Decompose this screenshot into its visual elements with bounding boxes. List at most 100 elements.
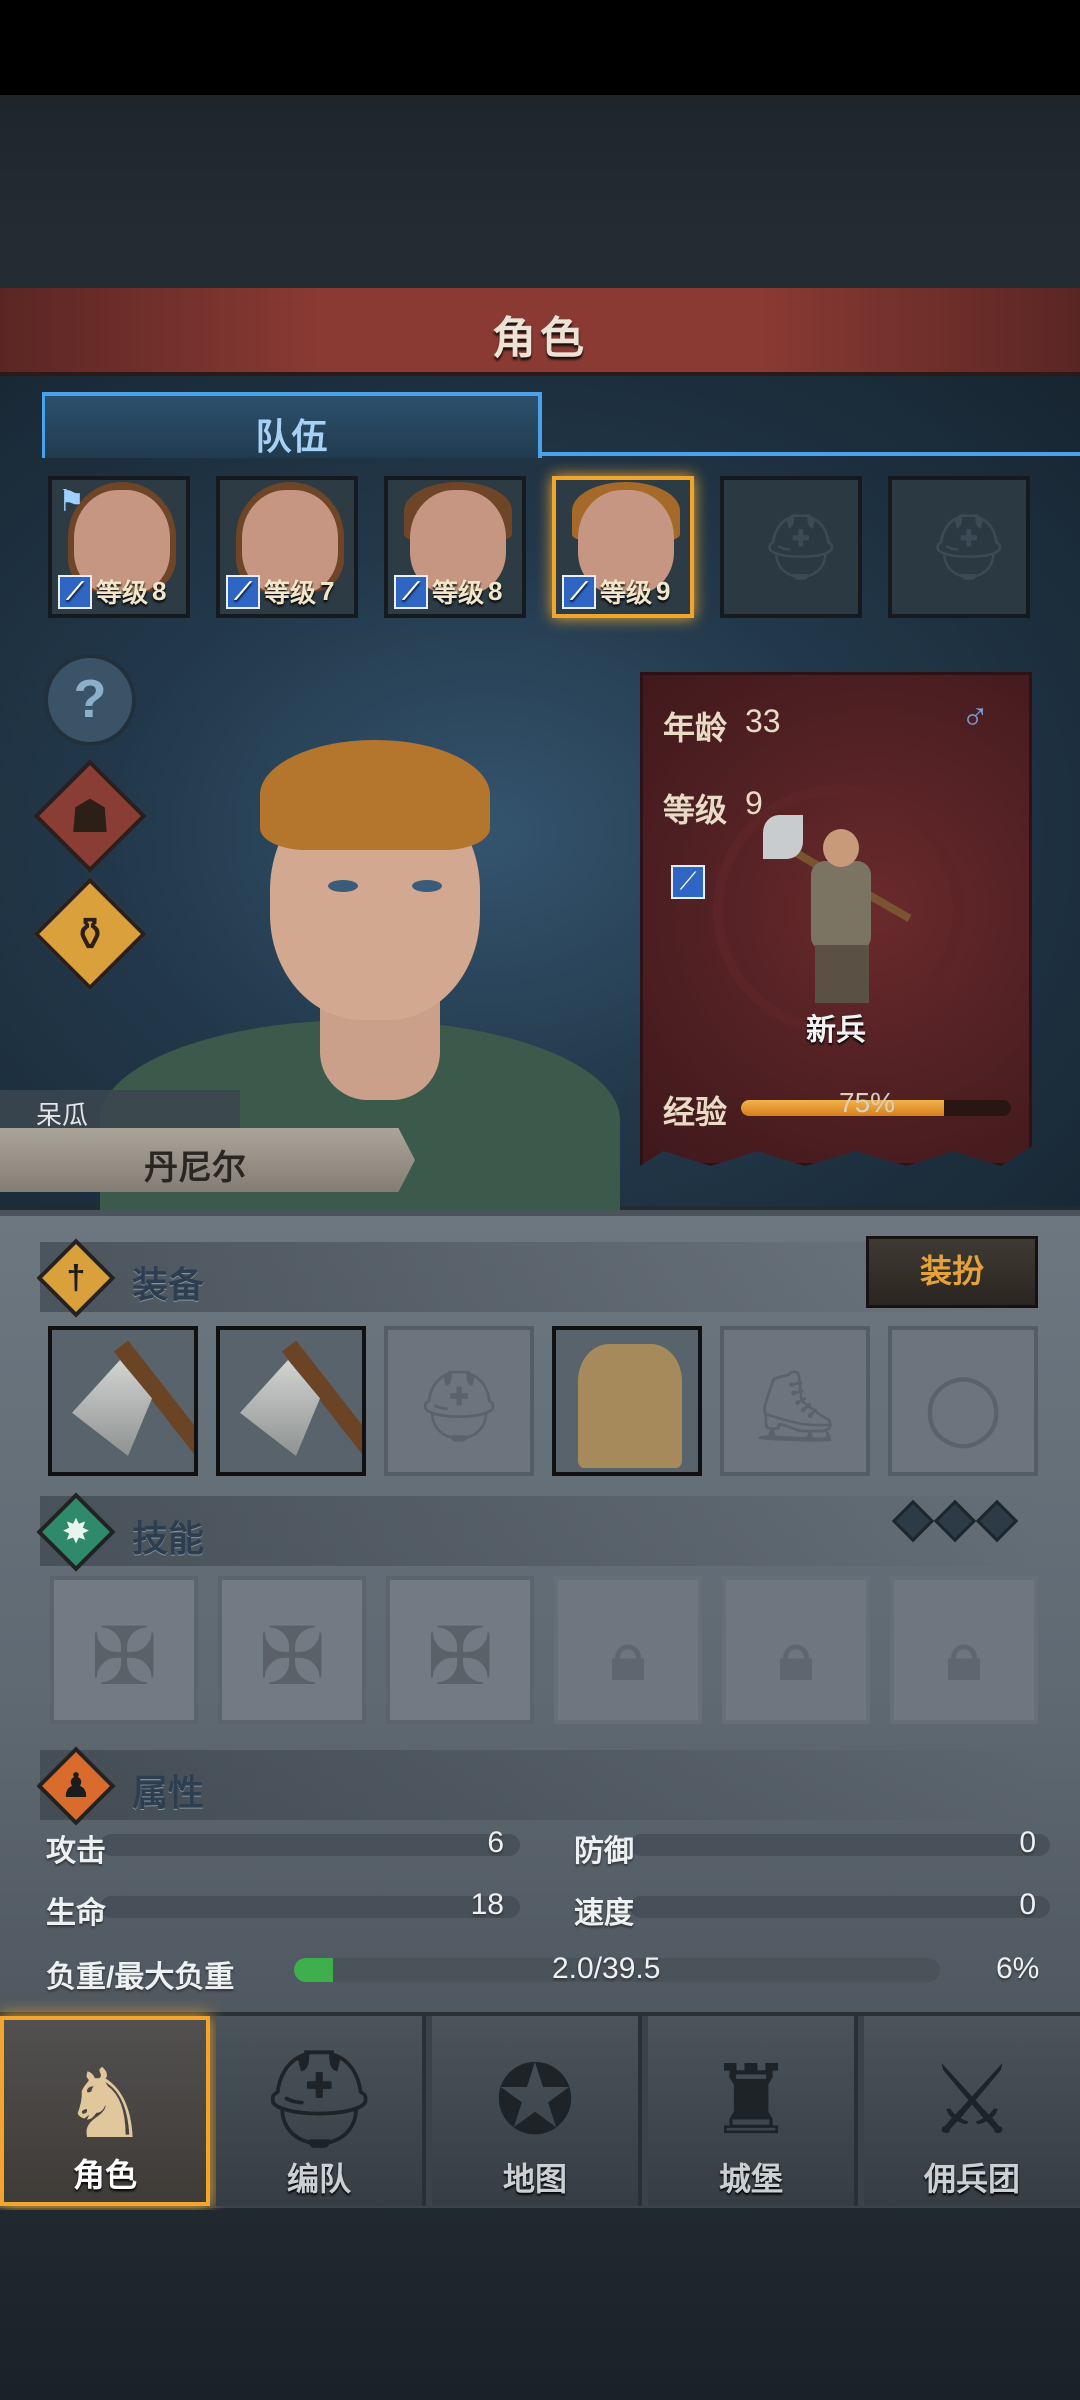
status-bar-area — [0, 0, 1080, 95]
party-level: ⟋ 等级 8 — [58, 573, 166, 610]
character-name: 丹尼尔 — [144, 1149, 246, 1187]
attributes-header: ♟ 属性 — [36, 1746, 1040, 1826]
skills-section-icon: ✸ — [36, 1492, 116, 1572]
knight-icon: ♞ — [61, 2051, 149, 2158]
nav-castle[interactable]: ♜ 城堡 — [648, 2016, 858, 2206]
party-slot-5[interactable]: ⛑ — [720, 476, 862, 618]
skill-slot-5[interactable]: 🔒︎ — [722, 1576, 870, 1724]
speed-label: 速度 — [574, 1897, 634, 1930]
equip-slot-ring[interactable]: ◯ — [888, 1326, 1038, 1476]
sword-icon: ⟋ — [226, 574, 260, 609]
soldier-figure — [763, 815, 912, 1005]
equipment-section-icon: † — [36, 1238, 116, 1318]
skill-slot-6[interactable]: 🔒︎ — [890, 1576, 1038, 1724]
health-value: 18 — [470, 1888, 504, 1921]
portrait-hair — [260, 740, 490, 850]
health-label: 生命 — [46, 1897, 106, 1930]
attributes-title: 属性 — [132, 1772, 205, 1813]
party-level: ⟋ 等级 7 — [226, 573, 334, 610]
attack-value: 6 — [487, 1826, 504, 1859]
age-value: 33 — [745, 703, 781, 739]
sword-class-icon: ⟋ — [671, 865, 705, 899]
empty-helmet-icon: ⛑ — [760, 511, 842, 583]
equip-slot-boots[interactable]: ⛸ — [720, 1326, 870, 1476]
help-button[interactable]: ? — [44, 654, 136, 746]
cross-icon: ✠ — [426, 1612, 494, 1701]
skills-title: 技能 — [132, 1518, 205, 1559]
page-title: 角色 — [492, 314, 588, 363]
skill-slot-4[interactable]: 🔒︎ — [554, 1576, 702, 1724]
equip-slot-weapon-1[interactable] — [48, 1326, 198, 1476]
class-name: 新兵 — [806, 1014, 866, 1047]
shirt-icon — [578, 1344, 682, 1468]
party-level: ⟋ 等级 9 — [562, 573, 670, 610]
cross-icon: ✠ — [90, 1612, 158, 1701]
tab-underline — [538, 452, 1080, 456]
party-level: ⟋ 等级 8 — [394, 573, 502, 610]
equip-slot-weapon-2[interactable] — [216, 1326, 366, 1476]
skill-point-diamond-icon — [975, 1499, 1019, 1543]
nav-castle-label: 城堡 — [718, 2161, 783, 2197]
cross-icon: ✠ — [258, 1612, 326, 1701]
info-banner: 年龄 33 ♂ 等级 9 ⟋ 新兵 经验 75% — [640, 672, 1032, 1166]
bottom-background — [0, 2210, 1080, 2400]
soldier-legs — [815, 945, 869, 1003]
party-slot-6[interactable]: ⛑ — [888, 476, 1030, 618]
lock-icon: 🔒︎ — [946, 1619, 982, 1693]
tab-party-label: 队伍 — [255, 416, 328, 457]
party-slot-4[interactable]: ⟋ 等级 9 — [552, 476, 694, 618]
axe-blade — [763, 815, 803, 859]
empty-helmet-icon: ⛑ — [928, 511, 1010, 583]
nav-mercenary[interactable]: ⚔ 佣兵团 — [864, 2016, 1080, 2206]
soldier-head — [823, 829, 859, 867]
banner-icon: ⚔ — [928, 2047, 1016, 2154]
name-plate[interactable]: 丹尼尔 — [0, 1128, 415, 1192]
equip-slot-helmet[interactable]: ⛑ — [384, 1326, 534, 1476]
skill-slot-1[interactable]: ✠ — [50, 1576, 198, 1724]
helmet-icon: ⛑ — [414, 1367, 504, 1445]
speed-value: 0 — [1019, 1888, 1036, 1921]
outfit-button[interactable]: 装扮 — [866, 1236, 1038, 1308]
attributes-section-icon: ♟ — [36, 1746, 116, 1826]
nav-map[interactable]: ✪ 地图 — [432, 2016, 642, 2206]
tab-party[interactable]: 队伍 — [42, 392, 542, 458]
party-slot-2[interactable]: ⟋ 等级 7 — [216, 476, 358, 618]
load-percent: 6% — [996, 1952, 1040, 1985]
attack-label: 攻击 — [46, 1835, 106, 1868]
equip-slot-armor[interactable] — [552, 1326, 702, 1476]
load-bar-fill — [294, 1958, 333, 1982]
skill-point-diamond-icon — [933, 1499, 977, 1543]
party-slot-3[interactable]: ⟋ 等级 8 — [384, 476, 526, 618]
nav-formation[interactable]: ⛑ 编队 — [216, 2016, 426, 2206]
castle-icon: ♜ — [707, 2047, 795, 2154]
age-label: 年龄 — [663, 710, 728, 746]
defense-label: 防御 — [574, 1835, 634, 1868]
sword-icon: ⟋ — [562, 574, 596, 609]
portrait-eye — [328, 880, 358, 892]
male-gender-icon: ♂ — [961, 695, 990, 737]
sword-icon: ⟋ — [58, 574, 92, 609]
party-slot-1[interactable]: ⚑ ⟋ 等级 8 — [48, 476, 190, 618]
nav-formation-label: 编队 — [286, 2161, 351, 2197]
lock-icon: 🔒︎ — [610, 1619, 646, 1693]
xp-label: 经验 — [663, 1094, 728, 1130]
skill-point-diamond-icon — [891, 1499, 935, 1543]
skill-points — [891, 1499, 1019, 1543]
sword-icon: ⟋ — [394, 574, 428, 609]
defense-value: 0 — [1019, 1826, 1036, 1859]
nav-map-label: 地图 — [502, 2161, 567, 2197]
soldier-body — [811, 861, 871, 951]
lock-icon: 🔒︎ — [778, 1619, 814, 1693]
trait-label: 呆瓜 — [0, 1090, 240, 1130]
nav-character[interactable]: ♞ 角色 — [0, 2016, 210, 2206]
skill-slot-3[interactable]: ✠ — [386, 1576, 534, 1724]
ring-icon: ◯ — [923, 1368, 1003, 1446]
skill-slot-2[interactable]: ✠ — [218, 1576, 366, 1724]
helmet-icon: ⛑ — [258, 2046, 380, 2153]
xp-percent: 75% — [839, 1087, 896, 1118]
nav-mercenary-label: 佣兵团 — [923, 2161, 1020, 2197]
portrait-eye — [412, 880, 442, 892]
load-value: 2.0/39.5 — [552, 1952, 661, 1985]
level-value: 9 — [745, 785, 763, 821]
title-banner: 角色 — [0, 288, 1080, 376]
